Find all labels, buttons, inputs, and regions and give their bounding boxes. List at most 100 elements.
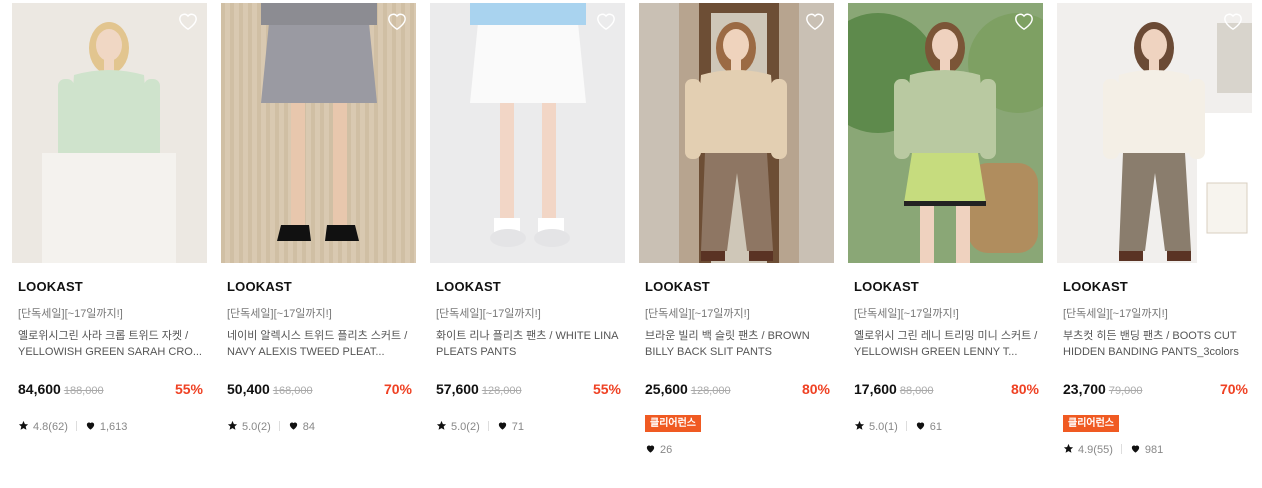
product-image[interactable] <box>848 3 1043 263</box>
rating-group: 5.0(2) <box>436 420 480 433</box>
product-promo-tag: [단독세일][~17일까지!] <box>1063 308 1168 320</box>
likes-count: 71 <box>511 421 524 433</box>
product-name[interactable]: 화이트 리나 플리츠 팬츠 / WHITE LINA PLEATS PANTS <box>436 328 620 360</box>
price-row: 17,600 88,000 80% <box>854 381 1039 401</box>
rating-group: 5.0(2) <box>227 420 271 433</box>
product-brand[interactable]: LOOKAST <box>436 279 501 294</box>
product-brand[interactable]: LOOKAST <box>854 279 919 294</box>
sale-price: 17,600 <box>854 381 897 397</box>
likes-count: 981 <box>1144 444 1164 456</box>
product-image[interactable] <box>221 3 416 263</box>
sale-price: 23,700 <box>1063 381 1106 397</box>
product-image[interactable] <box>639 3 834 263</box>
discount-rate: 80% <box>1010 381 1039 397</box>
product-card[interactable]: LOOKAST [단독세일][~17일까지!] 네이비 알렉시스 트위드 플리츠… <box>221 3 416 483</box>
product-image[interactable] <box>12 3 207 263</box>
product-promo-tag: [단독세일][~17일까지!] <box>645 308 750 320</box>
sale-price: 84,600 <box>18 381 61 397</box>
original-price: 188,000 <box>63 385 104 397</box>
product-promo-tag: [단독세일][~17일까지!] <box>854 308 959 320</box>
product-grid: LOOKAST [단독세일][~17일까지!] 옐로위시그린 사라 크롭 트위드… <box>12 3 1252 483</box>
product-name[interactable]: 부츠컷 히든 밴딩 팬츠 / BOOTS CUT HIDDEN BANDING … <box>1063 328 1247 360</box>
product-photo <box>848 3 1043 263</box>
star-icon <box>1063 443 1074 454</box>
rating-value: 4.8(62) <box>33 421 68 433</box>
rating-value: 5.0(1) <box>869 421 898 433</box>
rating-value: 5.0(2) <box>242 421 271 433</box>
likes-group: 84 <box>288 420 315 433</box>
likes-group: 26 <box>645 443 672 456</box>
likes-group: 71 <box>497 420 524 433</box>
clearance-badge: 클리어런스 <box>645 415 701 432</box>
price-row: 50,400 168,000 70% <box>227 381 412 401</box>
product-image[interactable] <box>1057 3 1252 263</box>
wishlist-heart-icon[interactable] <box>1013 11 1035 31</box>
sale-price: 50,400 <box>227 381 270 397</box>
divider <box>1120 444 1122 454</box>
product-meta: 5.0(2) 71 <box>436 420 524 434</box>
product-photo <box>221 3 416 263</box>
star-icon <box>18 420 29 431</box>
product-meta: 5.0(1) 61 <box>854 420 942 434</box>
product-brand[interactable]: LOOKAST <box>1063 279 1128 294</box>
heart-icon <box>645 443 656 454</box>
rating-value: 4.9(55) <box>1078 444 1113 456</box>
likes-count: 1,613 <box>99 421 128 433</box>
divider <box>75 421 77 431</box>
wishlist-heart-icon[interactable] <box>1222 11 1244 31</box>
product-photo <box>639 3 834 263</box>
product-photo <box>430 3 625 263</box>
original-price: 128,000 <box>481 385 522 397</box>
rating-group: 4.8(62) <box>18 420 68 433</box>
heart-icon <box>1130 443 1141 454</box>
product-card[interactable]: LOOKAST [단독세일][~17일까지!] 부츠컷 히든 밴딩 팬츠 / B… <box>1057 3 1252 483</box>
discount-rate: 70% <box>1219 381 1248 397</box>
product-brand[interactable]: LOOKAST <box>18 279 83 294</box>
divider <box>487 421 489 431</box>
product-name[interactable]: 브라운 빌리 백 슬릿 팬츠 / BROWN BILLY BACK SLIT P… <box>645 328 829 360</box>
heart-icon <box>288 420 299 431</box>
wishlist-heart-icon[interactable] <box>804 11 826 31</box>
product-photo <box>12 3 207 263</box>
original-price: 168,000 <box>272 385 313 397</box>
likes-group: 981 <box>1130 443 1163 456</box>
product-meta: 5.0(2) 84 <box>227 420 315 434</box>
rating-value: 5.0(2) <box>451 421 480 433</box>
original-price: 128,000 <box>690 385 731 397</box>
discount-rate: 80% <box>801 381 830 397</box>
product-card[interactable]: LOOKAST [단독세일][~17일까지!] 화이트 리나 플리츠 팬츠 / … <box>430 3 625 483</box>
original-price: 88,000 <box>899 385 934 397</box>
star-icon <box>436 420 447 431</box>
product-brand[interactable]: LOOKAST <box>227 279 292 294</box>
product-name[interactable]: 네이비 알렉시스 트위드 플리츠 스커트 / NAVY ALEXIS TWEED… <box>227 328 411 360</box>
original-price: 79,000 <box>1108 385 1143 397</box>
wishlist-heart-icon[interactable] <box>177 11 199 31</box>
product-brand[interactable]: LOOKAST <box>645 279 710 294</box>
product-meta: 26 <box>645 443 672 457</box>
product-card[interactable]: LOOKAST [단독세일][~17일까지!] 옐로위시 그린 레니 트리밍 미… <box>848 3 1043 483</box>
heart-icon <box>915 420 926 431</box>
wishlist-heart-icon[interactable] <box>386 11 408 31</box>
price-row: 84,600 188,000 55% <box>18 381 203 401</box>
product-meta: 4.9(55) 981 <box>1063 443 1163 457</box>
clearance-badge: 클리어런스 <box>1063 415 1119 432</box>
heart-icon <box>85 420 96 431</box>
sale-price: 25,600 <box>645 381 688 397</box>
star-icon <box>854 420 865 431</box>
discount-rate: 55% <box>174 381 203 397</box>
likes-group: 61 <box>915 420 942 433</box>
discount-rate: 55% <box>592 381 621 397</box>
product-promo-tag: [단독세일][~17일까지!] <box>18 308 123 320</box>
product-name[interactable]: 옐로위시 그린 레니 트리밍 미니 스커트 / YELLOWISH GREEN … <box>854 328 1038 360</box>
likes-count: 26 <box>660 444 673 456</box>
price-row: 57,600 128,000 55% <box>436 381 621 401</box>
divider <box>905 421 907 431</box>
price-row: 23,700 79,000 70% <box>1063 381 1248 401</box>
wishlist-heart-icon[interactable] <box>595 11 617 31</box>
product-image[interactable] <box>430 3 625 263</box>
heart-icon <box>497 420 508 431</box>
product-card[interactable]: LOOKAST [단독세일][~17일까지!] 옐로위시그린 사라 크롭 트위드… <box>12 3 207 483</box>
product-name[interactable]: 옐로위시그린 사라 크롭 트위드 자켓 / YELLOWISH GREEN SA… <box>18 328 202 360</box>
likes-count: 61 <box>929 421 942 433</box>
product-card[interactable]: LOOKAST [단독세일][~17일까지!] 브라운 빌리 백 슬릿 팬츠 /… <box>639 3 834 483</box>
